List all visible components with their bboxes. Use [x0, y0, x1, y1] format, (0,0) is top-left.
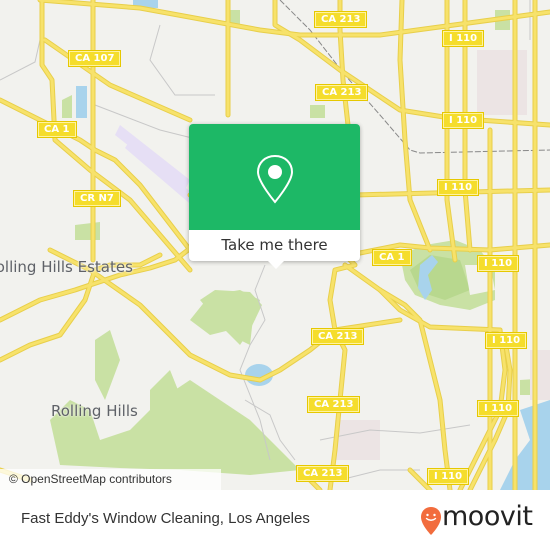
place-label-rolling-hills: Rolling Hills — [51, 402, 138, 420]
road-shield-i110: I 110 — [426, 468, 470, 485]
take-me-there-button[interactable]: Take me there — [189, 230, 360, 261]
road-shield-ca1: CA 1 — [372, 249, 412, 266]
road-shield-ca213: CA 213 — [313, 11, 368, 28]
road-shield-i110: I 110 — [476, 400, 520, 417]
map-pin-icon — [256, 154, 294, 204]
popup-pointer — [266, 259, 286, 269]
location-popup: Take me there — [189, 124, 360, 269]
road-shield-i110: I 110 — [484, 332, 528, 349]
map-canvas[interactable]: CA 107 CA 1 CR N7 CA 213 CA 213 I 110 I … — [0, 0, 550, 490]
road-shield-i110: I 110 — [436, 179, 480, 196]
road-shield-ca1: CA 1 — [37, 121, 77, 138]
business-title: Fast Eddy's Window Cleaning, Los Angeles — [21, 510, 310, 527]
road-shield-ca213: CA 213 — [310, 328, 365, 345]
road-shield-i110: I 110 — [441, 30, 485, 47]
road-shield-ca107: CA 107 — [67, 50, 122, 67]
place-label-rolling-hills-estates: Rolling Hills Estates — [0, 258, 133, 276]
map-attribution: © OpenStreetMap contributors — [0, 469, 221, 490]
road-shield-ca213: CA 213 — [295, 465, 350, 482]
road-shield-crn7: CR N7 — [73, 190, 121, 207]
road-shield-ca213: CA 213 — [314, 84, 369, 101]
popup-header — [189, 124, 360, 230]
road-shield-ca213: CA 213 — [306, 396, 361, 413]
moovit-logo-icon — [421, 507, 441, 535]
road-shield-i110: I 110 — [441, 112, 485, 129]
moovit-logo-text: moovit — [442, 501, 533, 532]
road-shield-i110: I 110 — [476, 255, 520, 272]
